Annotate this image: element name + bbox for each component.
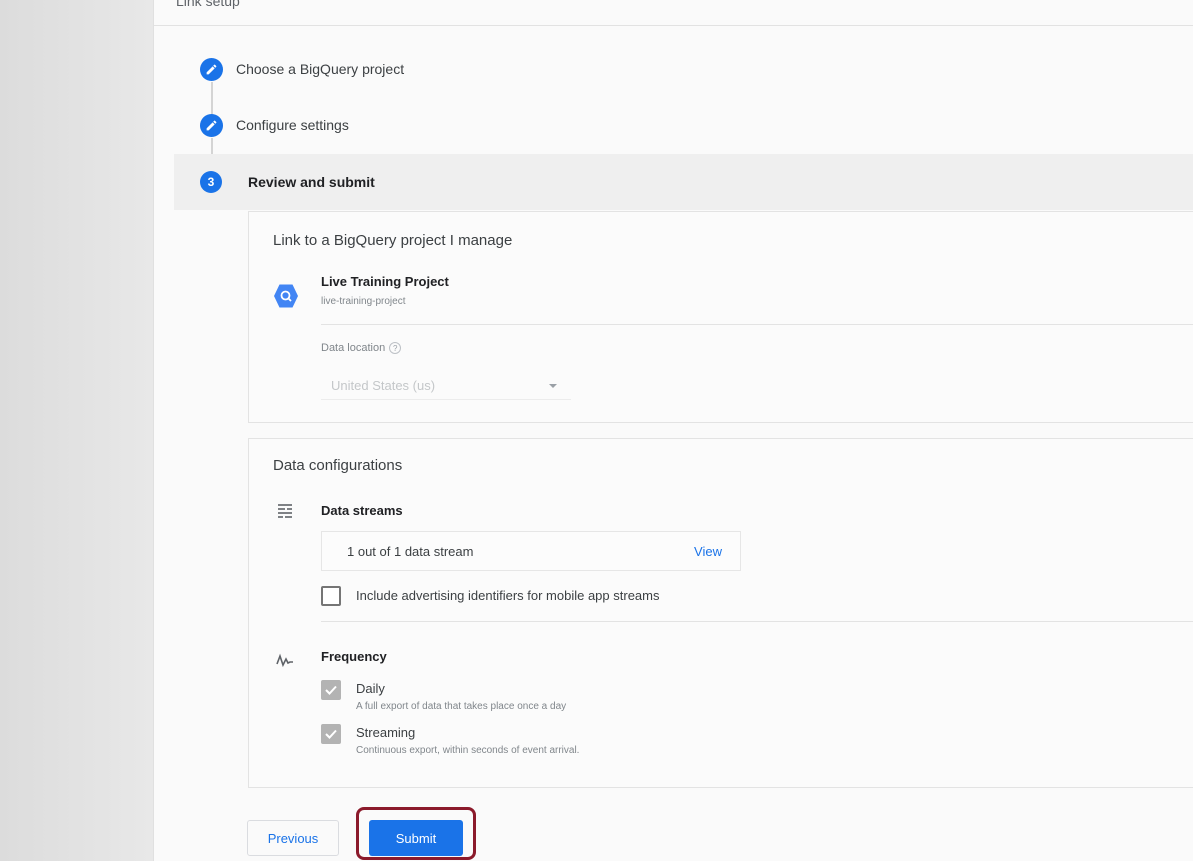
step-label: Review and submit xyxy=(248,174,375,190)
divider xyxy=(321,324,1193,325)
check-icon xyxy=(325,685,337,695)
divider xyxy=(321,621,1193,622)
data-stream-count: 1 out of 1 data stream xyxy=(347,544,474,559)
view-streams-link[interactable]: View xyxy=(694,544,722,559)
data-streams-icon xyxy=(278,504,292,518)
panel-title: Link setup xyxy=(176,0,240,9)
link-project-card: Link to a BigQuery project I manage Live… xyxy=(248,211,1193,423)
frequency-label: Frequency xyxy=(321,649,387,664)
data-location-label-row: Data location ? xyxy=(321,342,402,354)
check-icon xyxy=(325,729,337,739)
help-icon[interactable]: ? xyxy=(389,342,402,354)
daily-label: Daily xyxy=(356,681,385,696)
daily-description: A full export of data that takes place o… xyxy=(356,701,567,712)
streaming-checkbox[interactable] xyxy=(321,724,341,744)
pencil-icon xyxy=(200,114,223,137)
data-configurations-card: Data configurations Data streams 1 out o… xyxy=(248,438,1193,788)
previous-button[interactable]: Previous xyxy=(247,820,339,856)
streaming-description: Continuous export, within seconds of eve… xyxy=(356,745,580,756)
panel-header: Link setup xyxy=(154,0,1193,26)
data-location-select: United States (us) xyxy=(321,370,571,400)
project-id: live-training-project xyxy=(321,296,406,307)
frequency-icon xyxy=(276,653,293,668)
data-location-label: Data location xyxy=(321,342,386,354)
step-review-submit: 3 Review and submit xyxy=(174,154,1193,210)
card-title: Link to a BigQuery project I manage xyxy=(273,232,513,249)
data-location-value: United States (us) xyxy=(331,378,436,393)
streaming-label: Streaming xyxy=(356,725,416,740)
project-name: Live Training Project xyxy=(321,274,449,289)
link-setup-panel: Link setup Choose a BigQuery project Con… xyxy=(153,0,1193,861)
advertising-identifiers-label: Include advertising identifiers for mobi… xyxy=(356,588,660,603)
left-gutter xyxy=(0,0,153,861)
advertising-identifiers-checkbox[interactable] xyxy=(321,586,341,606)
data-stream-summary: 1 out of 1 data stream View xyxy=(321,531,741,571)
data-streams-label: Data streams xyxy=(321,503,403,518)
bigquery-icon xyxy=(274,284,298,308)
card-title: Data configurations xyxy=(273,457,403,474)
chevron-down-icon xyxy=(549,384,557,388)
pencil-icon xyxy=(200,58,223,81)
step-label: Configure settings xyxy=(236,117,349,133)
step-label: Choose a BigQuery project xyxy=(236,61,405,77)
submit-button[interactable]: Submit xyxy=(369,820,463,856)
step-choose-project[interactable]: Choose a BigQuery project xyxy=(154,48,1193,92)
step-configure-settings[interactable]: Configure settings xyxy=(154,104,1193,148)
step-number-badge: 3 xyxy=(200,171,222,193)
daily-checkbox[interactable] xyxy=(321,680,341,700)
